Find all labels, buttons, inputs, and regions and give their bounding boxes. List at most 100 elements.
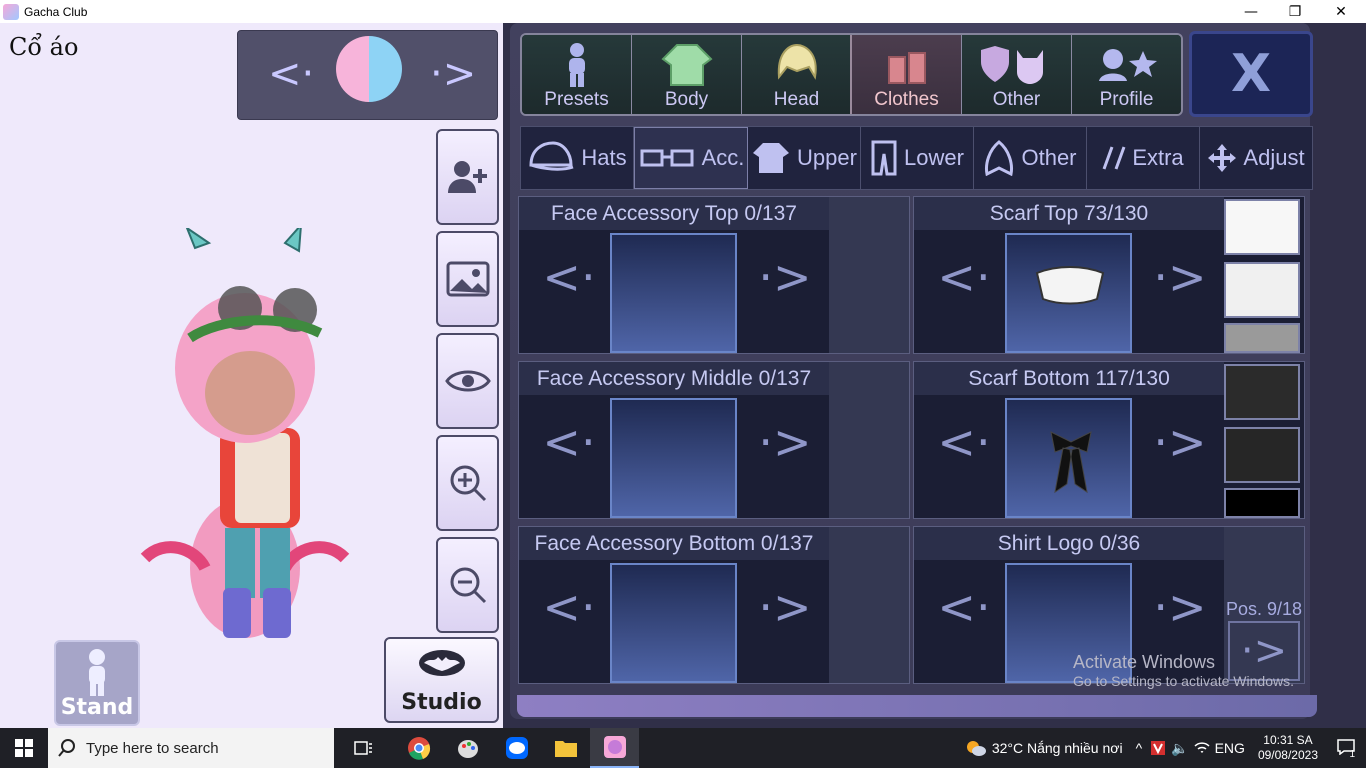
- subtab-upper[interactable]: Upper: [748, 127, 861, 189]
- color-swatch-2[interactable]: [1224, 427, 1300, 483]
- slot-scarf-bottom: Scarf Bottom 117/130 <· ·>: [913, 361, 1305, 519]
- color-swatch-3[interactable]: [1224, 488, 1300, 518]
- chrome-button[interactable]: [394, 728, 443, 768]
- slot-preview[interactable]: [1005, 233, 1132, 353]
- language-indicator[interactable]: ENG: [1210, 740, 1250, 756]
- slot-prev-button[interactable]: <·: [934, 412, 994, 472]
- slot-title: Face Accessory Middle 0/137: [519, 362, 829, 395]
- slot-title: Face Accessory Bottom 0/137: [519, 527, 829, 560]
- weather-text[interactable]: 32°C Nắng nhiều nơi: [987, 740, 1128, 756]
- restore-button[interactable]: ❐: [1272, 0, 1318, 23]
- notification-button[interactable]: 1: [1326, 738, 1366, 760]
- network-icon[interactable]: [1194, 741, 1210, 755]
- color-swatch-3[interactable]: [1224, 323, 1300, 353]
- stand-button[interactable]: Stand: [54, 640, 140, 726]
- zoom-out-button[interactable]: [436, 537, 499, 633]
- clock-time: 10:31 SA: [1263, 733, 1313, 747]
- subtab-lower[interactable]: Lower: [861, 127, 974, 189]
- zalo-icon: [505, 737, 528, 759]
- profile-star-icon: [1098, 49, 1157, 81]
- subtab-acc[interactable]: Acc.: [634, 127, 748, 189]
- task-view-icon: [354, 741, 372, 755]
- zoom-in-icon: [450, 465, 486, 502]
- pants-icon: [871, 140, 897, 176]
- close-window-button[interactable]: ✕: [1318, 0, 1364, 23]
- subtab-hats[interactable]: Hats: [521, 127, 634, 189]
- slot-next-button[interactable]: ·>: [755, 412, 815, 472]
- visibility-button[interactable]: [436, 333, 499, 429]
- slot-next-button[interactable]: ·>: [1150, 247, 1210, 307]
- character-face-icon[interactable]: [336, 36, 402, 102]
- color-swatch-1[interactable]: [1224, 199, 1300, 255]
- slot-next-button[interactable]: ·>: [755, 247, 815, 307]
- slot-prev-button[interactable]: <·: [539, 412, 599, 472]
- tab-head[interactable]: Head: [742, 35, 852, 114]
- character-selector: <· ·>: [237, 30, 498, 120]
- subtab-adjust[interactable]: Adjust: [1200, 127, 1312, 189]
- clock[interactable]: 10:31 SA 09/08/2023: [1250, 733, 1326, 763]
- folder-icon: [554, 741, 577, 757]
- subtab-other[interactable]: Other: [974, 127, 1087, 189]
- zalo-button[interactable]: [492, 728, 541, 768]
- tab-body[interactable]: Body: [632, 35, 742, 114]
- tab-presets[interactable]: Presets: [522, 35, 632, 114]
- app-icon: [3, 3, 19, 20]
- slot-preview[interactable]: [610, 398, 737, 518]
- next-character-button[interactable]: ·>: [430, 49, 476, 99]
- character-stage: Cổ áo <· ·> Stand Studio: [0, 23, 503, 728]
- slot-preview[interactable]: [1005, 398, 1132, 518]
- start-button[interactable]: [0, 728, 48, 768]
- gacha-club-taskbar-button[interactable]: [590, 728, 639, 768]
- position-label: Pos. 9/18: [1225, 599, 1303, 619]
- scarf-top-item: [1035, 266, 1105, 305]
- file-explorer-button[interactable]: [541, 728, 590, 768]
- vpn-icon[interactable]: [1150, 740, 1166, 756]
- slot-next-button[interactable]: ·>: [755, 577, 815, 637]
- tab-clothes[interactable]: Clothes: [850, 35, 964, 114]
- cape-icon: [985, 140, 1014, 176]
- stand-label: Stand: [60, 695, 134, 720]
- color-swatch-1[interactable]: [1224, 364, 1300, 420]
- volume-icon[interactable]: 🔈: [1166, 740, 1193, 757]
- studio-button[interactable]: Studio: [384, 637, 499, 723]
- slot-prev-button[interactable]: <·: [539, 577, 599, 637]
- tab-label: Other: [992, 89, 1041, 110]
- character-figure[interactable]: [135, 228, 355, 638]
- slot-next-button[interactable]: ·>: [1150, 577, 1210, 637]
- shirt-icon: [753, 143, 790, 173]
- paint-button[interactable]: [443, 728, 492, 768]
- subtab-label: Upper: [797, 145, 857, 170]
- search-icon: [58, 739, 75, 757]
- close-panel-button[interactable]: X: [1189, 31, 1313, 117]
- slot-preview[interactable]: [610, 563, 737, 683]
- jacket-icon: [660, 44, 713, 86]
- gacha-club-icon: [603, 736, 626, 758]
- slot-next-button[interactable]: ·>: [1150, 412, 1210, 472]
- slot-prev-button[interactable]: <·: [539, 247, 599, 307]
- minimize-button[interactable]: —: [1228, 0, 1274, 23]
- slot-prev-button[interactable]: <·: [934, 247, 994, 307]
- subtab-extra[interactable]: Extra: [1087, 127, 1200, 189]
- slot-face-accessory-top: Face Accessory Top 0/137 <· ·>: [518, 196, 910, 354]
- person-icon: [89, 649, 105, 696]
- color-swatch-2[interactable]: [1224, 262, 1300, 318]
- slot-scarf-top: Scarf Top 73/130 <· ·>: [913, 196, 1305, 354]
- background-button[interactable]: [436, 231, 499, 327]
- add-character-button[interactable]: [436, 129, 499, 225]
- slot-preview[interactable]: [610, 233, 737, 353]
- task-view-button[interactable]: [334, 728, 394, 768]
- subtab-label: Hats: [581, 145, 627, 170]
- slashes-icon: [1102, 146, 1126, 170]
- studio-label: Studio: [401, 690, 482, 715]
- tab-label: Clothes: [874, 89, 939, 110]
- zoom-in-button[interactable]: [436, 435, 499, 531]
- tab-profile[interactable]: Profile: [1072, 35, 1181, 114]
- person-icon: [568, 43, 585, 87]
- taskbar-search[interactable]: Type here to search: [48, 728, 334, 768]
- slot-prev-button[interactable]: <·: [934, 577, 994, 637]
- prev-character-button[interactable]: <·: [268, 49, 314, 99]
- slot-title: Face Accessory Top 0/137: [519, 197, 829, 230]
- tray-overflow-icon[interactable]: ^: [1128, 740, 1151, 756]
- window-title: Gacha Club: [24, 4, 88, 19]
- tab-other[interactable]: Other: [962, 35, 1072, 114]
